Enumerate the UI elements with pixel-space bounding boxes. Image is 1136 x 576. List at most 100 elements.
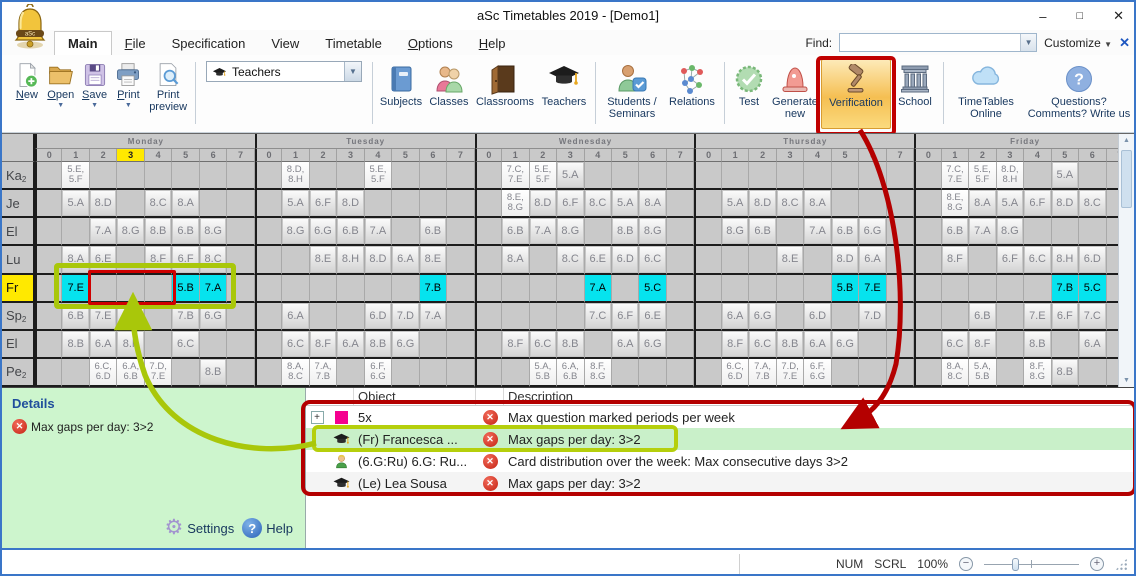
timetable-cell[interactable] [35,331,62,359]
timetable-cell[interactable] [392,218,419,246]
error-list-item[interactable]: (6.G:Ru) 6.G: Ru...✕Card distribution ov… [306,450,1134,472]
timetable-cell[interactable] [914,303,941,331]
timetable-cell[interactable] [447,331,474,359]
timetable-cell[interactable] [475,275,502,303]
classes-button[interactable]: Classes [425,59,473,129]
timetable-cell[interactable] [365,190,392,218]
timetable-cell[interactable]: 7.C,7.E [942,162,969,190]
timetable-cell[interactable] [667,246,694,274]
timetable-cell[interactable] [117,275,144,303]
timetable-cell[interactable]: 5.B [172,275,199,303]
timetable-cell[interactable] [639,162,666,190]
timetable-cell[interactable]: 7.E [859,275,886,303]
timetable-cell[interactable] [1052,331,1079,359]
timetable-cell[interactable] [62,218,89,246]
timetable-cell[interactable]: 6.A [804,331,831,359]
teacher-row-label-el-6[interactable]: El [2,331,35,359]
timetable-cell[interactable] [914,162,941,190]
teacher-row-label-sp-5[interactable]: Sp2 [2,303,35,331]
timetable-cell[interactable]: 8.F,8.G [585,359,612,387]
timetable-cell[interactable] [420,331,447,359]
timetable-cell[interactable] [639,359,666,387]
teacher-row-label-el-2[interactable]: El [2,218,35,246]
timetable-cell[interactable] [914,190,941,218]
zoom-slider-thumb[interactable] [1012,558,1019,571]
error-list-item[interactable]: (Le) Lea Sousa✕Max gaps per day: 3>2 [306,472,1134,494]
timetable-cell[interactable]: 5.E,5.F [62,162,89,190]
timetable-cell[interactable]: 5.C [639,275,666,303]
find-dropdown-arrow-icon[interactable]: ▼ [1020,34,1036,51]
timetable-cell[interactable] [447,303,474,331]
timetable-cell[interactable]: 8.E,8.G [502,190,529,218]
menu-tab-view[interactable]: View [258,32,312,55]
timetable-cell[interactable]: 6.D [804,303,831,331]
timetable-cell[interactable]: 7.D,7.E [777,359,804,387]
timetable-cell[interactable] [117,162,144,190]
timetable-cell[interactable] [255,218,282,246]
timetable-cell[interactable] [255,246,282,274]
timetable-cell[interactable] [420,162,447,190]
timetable-cell[interactable]: 6.A,6.B [557,359,584,387]
timetable-cell[interactable]: 6.G [749,303,776,331]
timetable-cell[interactable] [667,218,694,246]
timetable-cell[interactable]: 6.B [172,218,199,246]
hour-header-tuesday-7[interactable]: 7 [447,149,474,162]
timetable-cell[interactable]: 7.A [530,218,557,246]
timetable-cell[interactable] [694,275,721,303]
maximize-button[interactable]: □ [1076,10,1083,22]
timetable-cell[interactable] [997,303,1024,331]
hour-header-wednesday-4[interactable]: 4 [585,149,612,162]
timetable-cell[interactable] [859,359,886,387]
timetable-cell[interactable]: 5.A [997,190,1024,218]
timetable-cell[interactable]: 5.A [1052,162,1079,190]
timetable-cell[interactable]: 5.B [832,275,859,303]
hour-header-wednesday-2[interactable]: 2 [530,149,557,162]
timetable-cell[interactable] [227,331,254,359]
timetable-cell[interactable] [585,162,612,190]
timetable-cell[interactable]: 5.A,5.B [530,359,557,387]
timetable-cell[interactable] [997,359,1024,387]
timetable-cell[interactable] [530,275,557,303]
timetable-cell[interactable] [117,190,144,218]
hour-header-thursday-4[interactable]: 4 [804,149,831,162]
error-list-item[interactable]: (Fr) Francesca ...✕Max gaps per day: 3>2 [306,428,1134,450]
timetable-cell[interactable] [475,218,502,246]
timetable-cell[interactable]: 7.A [585,275,612,303]
timetable-cell[interactable]: 8.B [557,331,584,359]
timetable-cell[interactable] [227,275,254,303]
timetable-cell[interactable] [887,190,914,218]
timetable-cell[interactable]: 6.C [749,331,776,359]
find-input[interactable]: ▼ [839,33,1037,52]
timetable-cell[interactable] [694,190,721,218]
timetable-cell[interactable] [859,162,886,190]
teacher-row-label-ka-0[interactable]: Ka2 [2,162,35,190]
customize-button[interactable]: Customize ▼ [1044,36,1112,50]
timetable-cell[interactable] [667,190,694,218]
hour-header-thursday-1[interactable]: 1 [722,149,749,162]
timetable-cell[interactable]: 6.A,6.B [117,359,144,387]
timetable-cell[interactable]: 6.B [62,303,89,331]
close-button[interactable]: ✕ [1113,8,1124,24]
verification-button[interactable]: Verification [821,59,891,129]
test-button[interactable]: Test [729,59,769,129]
students-seminars-button[interactable]: Students / Seminars [600,59,664,129]
timetable-cell[interactable] [90,162,117,190]
timetable-cell[interactable] [255,303,282,331]
timetable-cell[interactable] [35,162,62,190]
timetable-cell[interactable]: 8.C [585,190,612,218]
timetable-cell[interactable]: 8.G [282,218,309,246]
timetable-cell[interactable] [694,303,721,331]
timetable-cell[interactable] [35,359,62,387]
timetable-cell[interactable] [502,275,529,303]
timetable-cell[interactable] [337,359,364,387]
print-button[interactable]: Print▼ [111,59,145,109]
timetable-cell[interactable] [887,359,914,387]
dropdown-arrow-icon[interactable]: ▼ [91,102,98,109]
timetable-cell[interactable] [749,162,776,190]
timetable-cell[interactable] [832,190,859,218]
hour-header-tuesday-0[interactable]: 0 [255,149,282,162]
hour-header-monday-4[interactable]: 4 [145,149,172,162]
timetable-cell[interactable]: 6.C [942,331,969,359]
timetable-cell[interactable] [859,331,886,359]
timetable-cell[interactable] [200,190,227,218]
